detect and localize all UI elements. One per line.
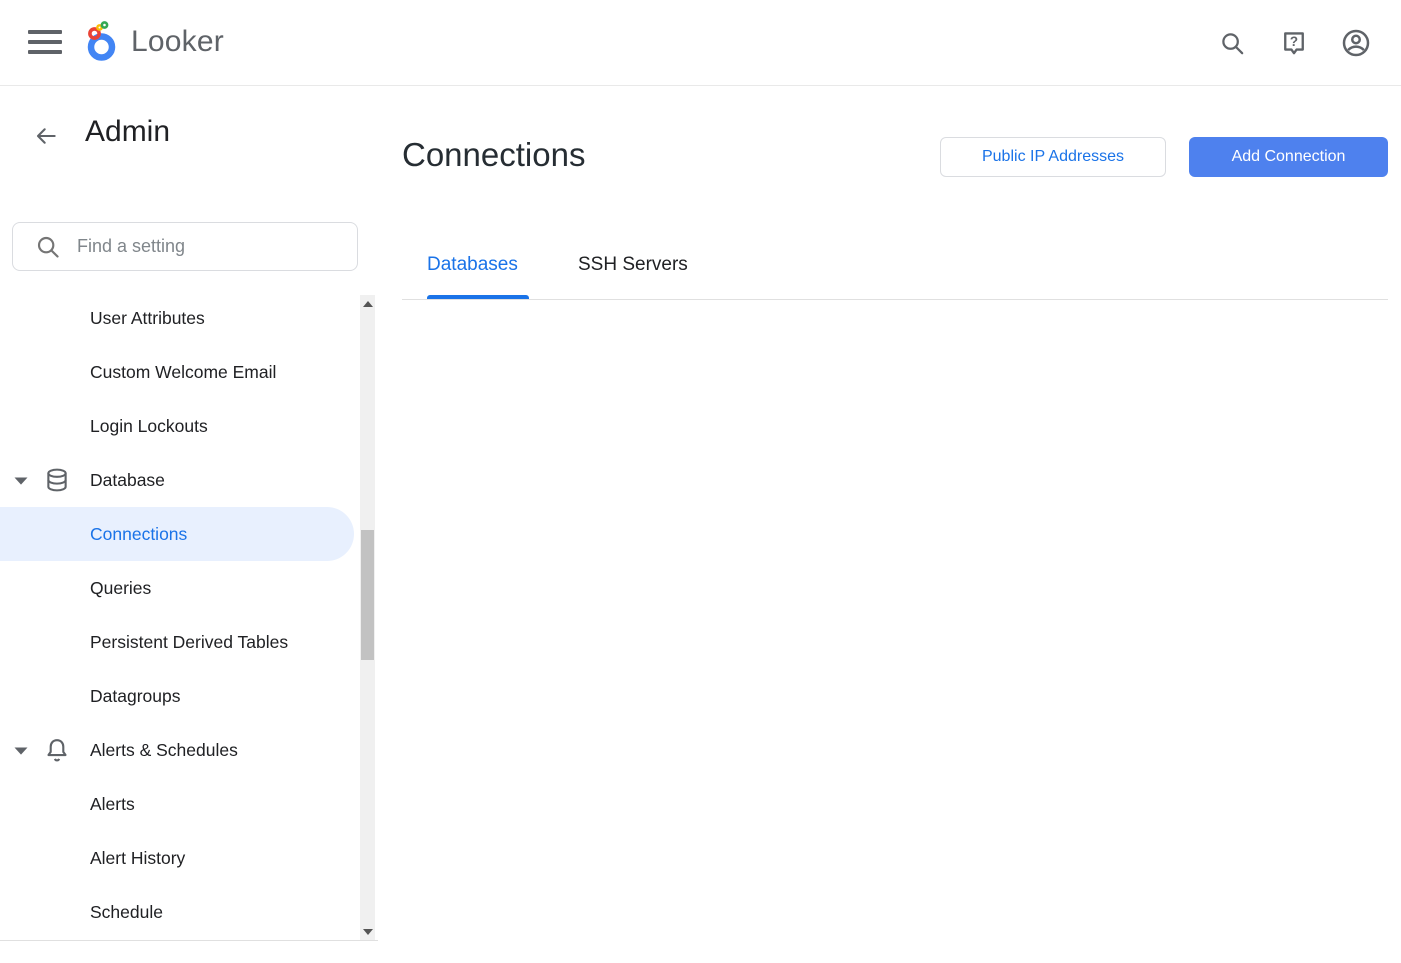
help-icon[interactable]: ?	[1263, 15, 1325, 71]
sidebar-item-alerts[interactable]: Alerts	[0, 777, 360, 831]
looker-admin-app: Looker ?	[0, 0, 1401, 963]
database-icon	[43, 466, 71, 494]
tab-databases[interactable]: Databases	[427, 254, 518, 276]
add-connection-button[interactable]: Add Connection	[1189, 137, 1388, 177]
sidebar-group-alerts-schedules[interactable]: Alerts & Schedules	[0, 723, 360, 777]
tab-ssh-servers[interactable]: SSH Servers	[578, 254, 688, 276]
find-setting-searchbox[interactable]	[12, 222, 358, 271]
back-arrow-icon[interactable]	[33, 123, 59, 149]
sidebar-item-user-attributes[interactable]: User Attributes	[0, 291, 360, 345]
scrollbar-thumb[interactable]	[361, 530, 374, 660]
sidebar-item-queries[interactable]: Queries	[0, 561, 360, 615]
caret-down-icon[interactable]	[14, 747, 28, 755]
top-app-bar: Looker ?	[0, 0, 1401, 86]
public-ip-addresses-button[interactable]: Public IP Addresses	[940, 137, 1166, 177]
connections-tabs: Databases SSH Servers	[402, 250, 1388, 300]
admin-sidebar: Admin User Attributes Custom Welcome Ema…	[0, 87, 378, 941]
sidebar-item-login-lockouts[interactable]: Login Lockouts	[0, 399, 360, 453]
sidebar-scrollbar[interactable]	[360, 295, 375, 941]
search-input[interactable]	[77, 236, 327, 257]
settings-nav: User Attributes Custom Welcome Email Log…	[0, 291, 360, 939]
bell-icon	[43, 736, 71, 764]
scroll-down-icon[interactable]	[363, 929, 373, 935]
sidebar-item-datagroups[interactable]: Datagroups	[0, 669, 360, 723]
looker-logo: Looker	[86, 14, 224, 70]
svg-text:?: ?	[1290, 34, 1298, 49]
tabs-divider	[402, 299, 1388, 300]
search-icon	[35, 234, 61, 260]
sidebar-title: Admin	[85, 115, 170, 149]
page-title: Connections	[402, 136, 585, 174]
caret-down-icon[interactable]	[14, 477, 28, 485]
logo-wordmark: Looker	[131, 25, 224, 59]
hamburger-menu-icon[interactable]	[28, 30, 62, 54]
sidebar-item-connections[interactable]: Connections	[0, 507, 354, 561]
sidebar-item-custom-welcome-email[interactable]: Custom Welcome Email	[0, 345, 360, 399]
scroll-up-icon[interactable]	[363, 301, 373, 307]
account-icon[interactable]	[1325, 15, 1387, 71]
search-icon[interactable]	[1201, 15, 1263, 71]
sidebar-item-schedule[interactable]: Schedule	[0, 885, 360, 939]
sidebar-item-alert-history[interactable]: Alert History	[0, 831, 360, 885]
sidebar-divider	[0, 940, 378, 941]
sidebar-item-persistent-derived-tables[interactable]: Persistent Derived Tables	[0, 615, 360, 669]
sidebar-group-database[interactable]: Database	[0, 453, 360, 507]
looker-logo-icon	[86, 16, 124, 68]
